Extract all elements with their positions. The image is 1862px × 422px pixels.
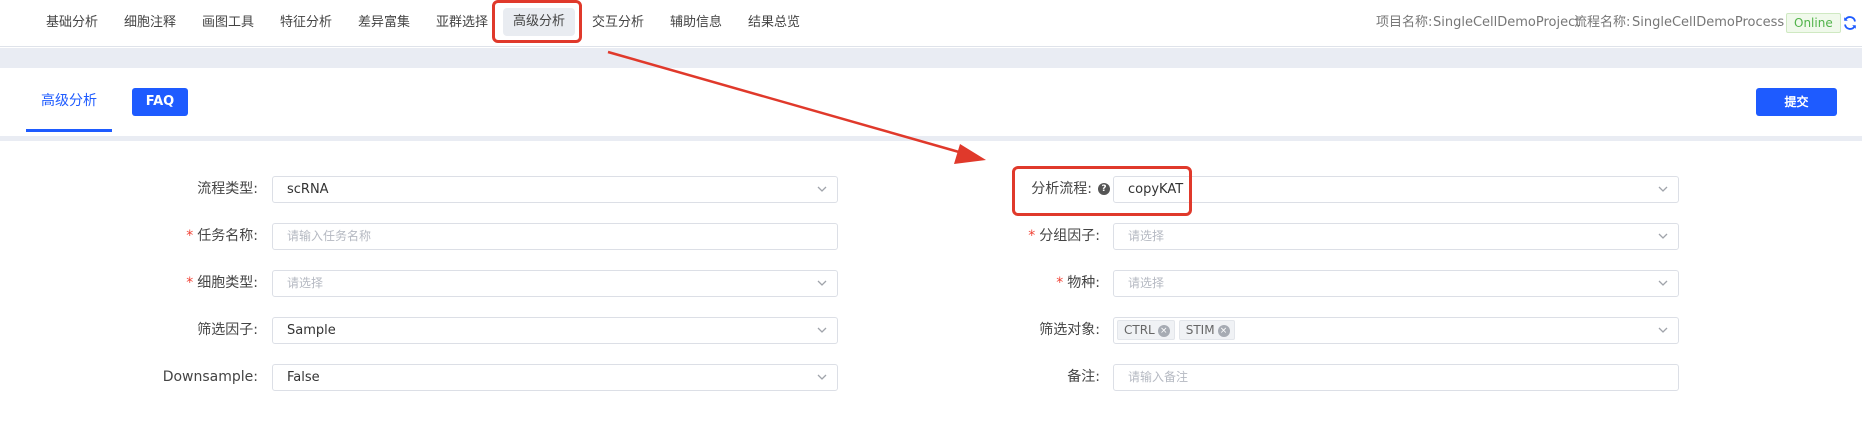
process-type-select[interactable]: scRNA [272, 176, 838, 203]
chevron-down-icon [817, 186, 827, 192]
tag-remove-icon[interactable]: × [1157, 324, 1170, 337]
filter-object-label: 筛选对象: [1039, 322, 1100, 338]
chevron-down-icon [1658, 233, 1668, 239]
header-gap [0, 48, 1862, 68]
refresh-icon[interactable] [1842, 15, 1858, 31]
group-factor-select[interactable]: 请选择 [1113, 223, 1679, 250]
tag-remove-icon[interactable]: × [1217, 324, 1230, 337]
project-name-value[interactable]: SingleCellDemoProject [1433, 0, 1580, 47]
tab-bar: 高级分析 FAQ 提交 [0, 68, 1862, 138]
faq-button[interactable]: FAQ [132, 88, 188, 116]
tag-ctrl: CTRL × [1117, 320, 1175, 340]
tag-stim: STIM × [1178, 320, 1235, 340]
nav-item-interactive-analysis[interactable]: 交互分析 [592, 0, 644, 47]
chevron-down-icon [817, 374, 827, 380]
remark-input[interactable]: 请输入备注 [1113, 364, 1679, 391]
highlight-box-nav [492, 0, 582, 43]
status-badge: Online [1786, 13, 1841, 33]
group-factor-label: * 分组因子: [1028, 228, 1100, 244]
tab-divider [0, 136, 1862, 141]
chevron-down-icon [817, 280, 827, 286]
top-nav: 基础分析 细胞注释 画图工具 特征分析 差异富集 亚群选择 高级分析 交互分析 … [0, 0, 1862, 47]
chevron-down-icon [817, 327, 827, 333]
tab-advanced-analysis[interactable]: 高级分析 [26, 68, 112, 132]
filter-object-select[interactable]: CTRL × STIM × [1113, 317, 1679, 344]
chevron-down-icon [1658, 280, 1668, 286]
nav-item-plot-tools[interactable]: 画图工具 [202, 0, 254, 47]
cell-type-select[interactable]: 请选择 [272, 270, 838, 297]
filter-factor-label: 筛选因子: [197, 322, 258, 338]
chevron-down-icon [1658, 186, 1668, 192]
submit-button[interactable]: 提交 [1756, 88, 1837, 116]
process-name-value: SingleCellDemoProcess [1632, 15, 1785, 30]
species-label: * 物种: [1056, 275, 1100, 291]
nav-item-cell-annotation[interactable]: 细胞注释 [124, 0, 176, 47]
tab-active-indicator [26, 129, 112, 132]
filter-factor-select[interactable]: Sample [272, 317, 838, 344]
chevron-down-icon [1658, 327, 1668, 333]
nav-item-subcluster-select[interactable]: 亚群选择 [436, 0, 488, 47]
project-name-label: 项目名称: [1376, 15, 1433, 30]
task-name-input[interactable]: 请输入任务名称 [272, 223, 838, 250]
process-name-label: 流程名称: [1574, 15, 1631, 30]
nav-item-auxiliary-info[interactable]: 辅助信息 [670, 0, 722, 47]
downsample-label: Downsample: [162, 369, 258, 385]
nav-item-diff-enrichment[interactable]: 差异富集 [358, 0, 410, 47]
task-name-label: * 任务名称: [186, 228, 258, 244]
nav-item-feature-analysis[interactable]: 特征分析 [280, 0, 332, 47]
highlight-box-analysis-flow [1012, 166, 1192, 216]
nav-item-basic-analysis[interactable]: 基础分析 [46, 0, 98, 47]
analysis-flow-select[interactable]: copyKAT [1113, 176, 1679, 203]
process-type-label: 流程类型: [197, 181, 258, 197]
cell-type-label: * 细胞类型: [186, 275, 258, 291]
downsample-select[interactable]: False [272, 364, 838, 391]
species-select[interactable]: 请选择 [1113, 270, 1679, 297]
nav-item-result-overview[interactable]: 结果总览 [748, 0, 800, 47]
remark-label: 备注: [1067, 369, 1100, 385]
